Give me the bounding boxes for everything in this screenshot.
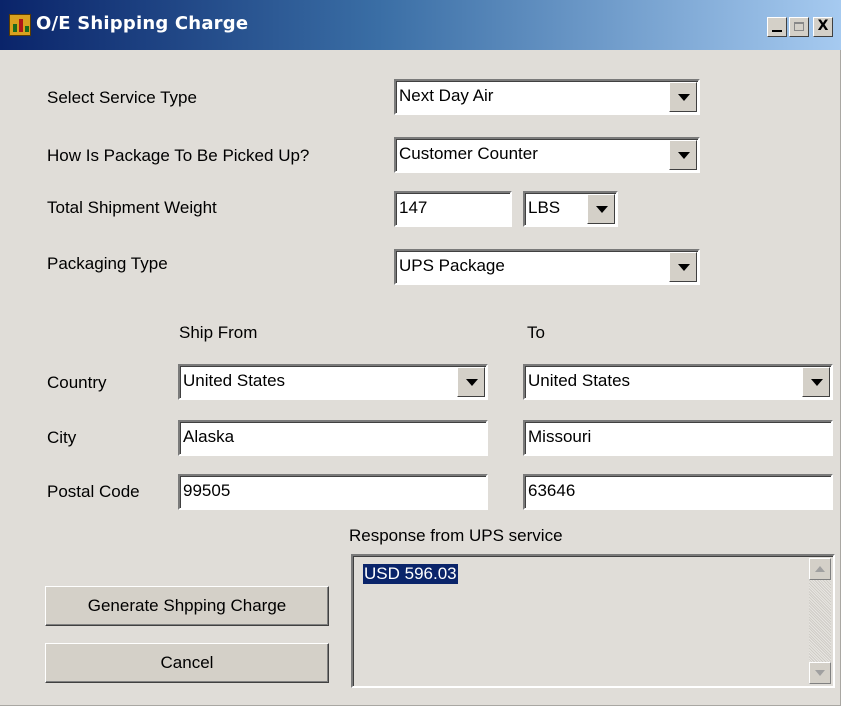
response-label: Response from UPS service bbox=[349, 526, 563, 545]
chevron-down-icon[interactable] bbox=[669, 82, 697, 112]
pickup-label: How Is Package To Be Picked Up? bbox=[47, 146, 310, 165]
title-bar[interactable]: O/E Shipping Charge X bbox=[0, 0, 841, 50]
vertical-scrollbar[interactable] bbox=[809, 558, 831, 684]
chevron-down-icon[interactable] bbox=[669, 140, 697, 170]
to-postal-input[interactable]: 63646 bbox=[523, 474, 833, 510]
from-city-input[interactable]: Alaska bbox=[178, 420, 488, 456]
response-value: USD 596.03 bbox=[363, 564, 458, 584]
chevron-down-icon[interactable] bbox=[457, 367, 485, 397]
from-postal-input[interactable]: 99505 bbox=[178, 474, 488, 510]
weight-input[interactable]: 147 bbox=[394, 191, 512, 227]
postal-code-label: Postal Code bbox=[47, 482, 140, 501]
service-type-select[interactable]: Next Day Air bbox=[394, 79, 700, 115]
minimize-icon bbox=[772, 30, 782, 32]
chevron-down-icon[interactable] bbox=[802, 367, 830, 397]
cancel-button[interactable]: Cancel bbox=[45, 643, 329, 683]
maximize-icon bbox=[794, 22, 804, 31]
weight-label: Total Shipment Weight bbox=[47, 198, 217, 217]
close-button[interactable]: X bbox=[813, 17, 833, 37]
service-type-label: Select Service Type bbox=[47, 88, 197, 107]
chevron-down-icon[interactable] bbox=[587, 194, 615, 224]
weight-unit-value: LBS bbox=[528, 198, 561, 217]
response-textarea[interactable]: USD 596.03 bbox=[351, 554, 835, 688]
to-city-input[interactable]: Missouri bbox=[523, 420, 833, 456]
chevron-down-icon[interactable] bbox=[669, 252, 697, 282]
to-country-select[interactable]: United States bbox=[523, 364, 833, 400]
from-country-select[interactable]: United States bbox=[178, 364, 488, 400]
pickup-select[interactable]: Customer Counter bbox=[394, 137, 700, 173]
shipping-charge-window: O/E Shipping Charge X Select Service Typ… bbox=[0, 0, 841, 706]
service-type-value: Next Day Air bbox=[399, 86, 494, 105]
ship-from-header: Ship From bbox=[179, 323, 258, 342]
ship-to-header: To bbox=[527, 323, 545, 342]
to-country-value: United States bbox=[528, 371, 631, 390]
window-title: O/E Shipping Charge bbox=[36, 13, 249, 34]
city-label: City bbox=[47, 428, 77, 447]
scroll-down-icon[interactable] bbox=[809, 662, 831, 684]
weight-unit-select[interactable]: LBS bbox=[523, 191, 618, 227]
pickup-value: Customer Counter bbox=[399, 144, 538, 163]
maximize-button bbox=[789, 17, 809, 37]
packaging-value: UPS Package bbox=[399, 256, 505, 275]
scroll-up-icon[interactable] bbox=[809, 558, 831, 580]
country-label: Country bbox=[47, 373, 107, 392]
generate-charge-button[interactable]: Generate Shpping Charge bbox=[45, 586, 329, 626]
app-chart-icon bbox=[9, 14, 31, 36]
minimize-button[interactable] bbox=[767, 17, 787, 37]
packaging-label: Packaging Type bbox=[47, 254, 168, 273]
packaging-select[interactable]: UPS Package bbox=[394, 249, 700, 285]
from-country-value: United States bbox=[183, 371, 286, 390]
